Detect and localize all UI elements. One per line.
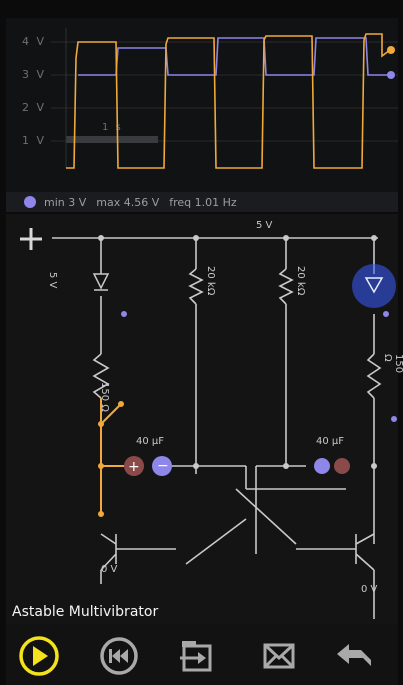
cap-right-plus bbox=[334, 458, 350, 474]
app-root: 4 V 3 V 2 V 1 V 1 s min 3 V max 4.56 V f… bbox=[0, 0, 403, 685]
scope-traces bbox=[51, 28, 398, 169]
orange-probe-handle bbox=[387, 46, 395, 54]
svg-text:+: + bbox=[128, 459, 140, 475]
cap-left-label: 40 µF bbox=[136, 436, 165, 447]
mail-icon[interactable] bbox=[256, 634, 302, 678]
violet-trace bbox=[78, 37, 390, 76]
led-right-glow bbox=[352, 264, 396, 308]
violet-series-dot bbox=[24, 196, 36, 208]
bottom-toolbar bbox=[6, 624, 398, 685]
load-icon[interactable] bbox=[174, 634, 220, 678]
supply-voltage-label: 5 V bbox=[256, 220, 273, 231]
play-icon[interactable] bbox=[16, 634, 62, 678]
freq-value: freq 1.01 Hz bbox=[169, 195, 237, 209]
rewind-icon[interactable] bbox=[96, 634, 142, 678]
max-value: max 4.56 V bbox=[96, 195, 160, 209]
resistor-mid2-label: 20 kΩ bbox=[295, 266, 306, 296]
active-path bbox=[100, 398, 124, 514]
resistor-right-label: 150 Ω bbox=[382, 354, 403, 374]
circuit-title: Astable Multivibrator bbox=[12, 604, 159, 620]
led-left bbox=[92, 273, 110, 290]
cap-right-minus bbox=[314, 458, 330, 474]
measurement-bar: min 3 V max 4.56 V freq 1.01 Hz bbox=[6, 192, 398, 212]
circuit-schematic: + − bbox=[52, 235, 397, 619]
add-component-button[interactable] bbox=[18, 226, 44, 252]
back-icon[interactable] bbox=[331, 634, 377, 678]
oscilloscope-panel[interactable]: 4 V 3 V 2 V 1 V 1 s bbox=[6, 18, 398, 192]
cap-right-label: 40 µF bbox=[316, 436, 345, 447]
orange-trace bbox=[66, 33, 391, 169]
circuit-canvas[interactable]: + − 5 V 150 Ω 20 kΩ 20 kΩ 150 Ω 40 µF 40… bbox=[6, 214, 403, 624]
min-value: min 3 V bbox=[44, 195, 87, 209]
ground-left-label: 0 V bbox=[101, 564, 118, 575]
resistor-mid1-label: 20 kΩ bbox=[205, 266, 216, 296]
svg-text:−: − bbox=[157, 458, 169, 474]
ground-right-label: 0 V bbox=[361, 584, 378, 595]
side-voltage-label: 5 V bbox=[47, 272, 58, 289]
resistor-left-label: 150 Ω bbox=[99, 382, 110, 412]
violet-probe-handle bbox=[387, 71, 395, 79]
